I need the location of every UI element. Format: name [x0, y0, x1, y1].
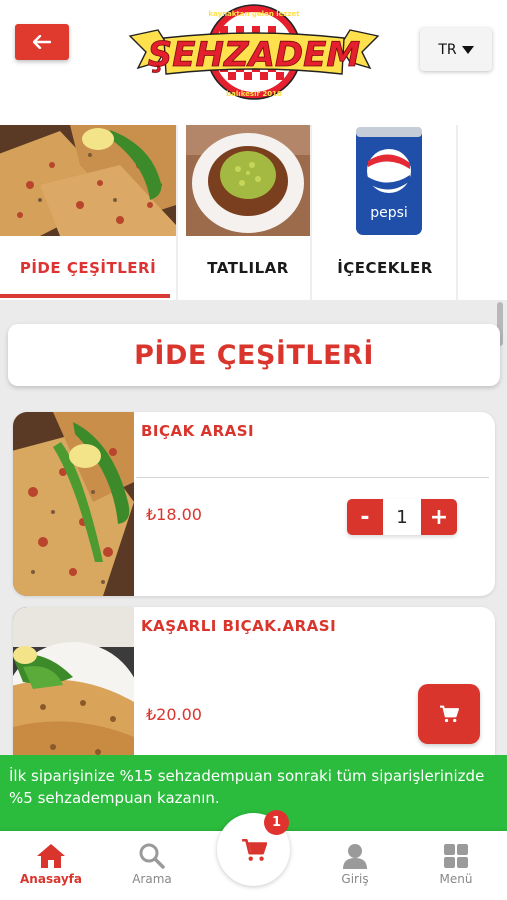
tab-divider: [176, 125, 178, 300]
home-icon: [37, 844, 65, 868]
tab-label: TATLILAR: [207, 259, 289, 277]
sehzadem-logo: kaynaktan gelen lezzet ŞEHZADEM balıkesi…: [128, 4, 380, 100]
product-name: KAŞARLI BIÇAK.ARASI: [141, 617, 337, 635]
app-header: kaynaktan gelen lezzet ŞEHZADEM balıkesi…: [0, 0, 507, 104]
product-price: ₺20.00: [146, 705, 202, 724]
decrease-button[interactable]: -: [347, 499, 383, 535]
app-screen: kaynaktan gelen lezzet ŞEHZADEM balıkesi…: [0, 0, 507, 900]
caret-down-icon: [461, 45, 474, 54]
arrow-left-icon: [33, 35, 51, 49]
language-value: TR: [438, 41, 457, 58]
grid-icon: [444, 844, 468, 868]
svg-text:pepsi: pepsi: [370, 205, 408, 221]
logo-since: balıkesir 2010: [226, 90, 282, 98]
cart-icon: [440, 705, 459, 723]
product-image: [13, 607, 134, 755]
pide-image: [0, 125, 176, 236]
nav-label: Anasayfa: [20, 872, 82, 886]
product-card-bicak-arasi[interactable]: BIÇAK ARASI ₺18.00 - 1 +: [13, 412, 495, 596]
search-icon: [139, 843, 165, 869]
tab-label: İÇECEKLER: [337, 259, 433, 277]
tab-tatlilar[interactable]: TATLILAR: [186, 125, 310, 300]
cart-count-badge: 1: [264, 810, 289, 835]
product-name: BIÇAK ARASI: [141, 422, 255, 440]
cart-icon: [241, 838, 267, 861]
tab-divider: [456, 125, 458, 300]
increase-button[interactable]: +: [421, 499, 457, 535]
active-tab-indicator: [0, 294, 170, 298]
drink-image: pepsi: [312, 125, 458, 236]
tab-pide-cesitleri[interactable]: PİDE ÇEŞİTLERİ: [0, 125, 176, 300]
nav-home[interactable]: Anasayfa: [11, 843, 91, 893]
product-price: ₺18.00: [146, 505, 202, 524]
tab-icecekler[interactable]: pepsi İÇECEKLER: [312, 125, 458, 300]
section-title: PİDE ÇEŞİTLERİ: [8, 324, 500, 386]
product-image: [13, 412, 134, 596]
logo-name: ŞEHZADEM: [148, 35, 361, 75]
nav-menu[interactable]: Menü: [416, 843, 496, 893]
category-tabs: PİDE ÇEŞİTLERİ TATLILAR pepsi İÇECEKLER: [0, 125, 507, 300]
nav-label: Menü: [439, 872, 473, 886]
add-to-cart-button[interactable]: [418, 684, 480, 744]
product-list[interactable]: PİDE ÇEŞİTLERİ BIÇAK ARASI ₺18.00 - 1 + …: [0, 300, 507, 755]
tab-label: PİDE ÇEŞİTLERİ: [19, 259, 157, 277]
divider: [136, 477, 489, 478]
back-button[interactable]: [15, 24, 69, 60]
nav-login[interactable]: Giriş: [315, 843, 395, 893]
dessert-image: [186, 125, 310, 236]
quantity-stepper[interactable]: - 1 +: [347, 499, 457, 535]
nav-label: Giriş: [341, 872, 369, 886]
user-icon: [343, 844, 367, 869]
nav-label: Arama: [132, 872, 172, 886]
logo-tagline: kaynaktan gelen lezzet: [208, 10, 300, 18]
product-card-kasarli-bicak-arasi[interactable]: KAŞARLI BIÇAK.ARASI ₺20.00: [13, 607, 495, 755]
language-selector[interactable]: TR: [420, 28, 492, 71]
nav-search[interactable]: Arama: [112, 843, 192, 893]
quantity-value: 1: [383, 499, 421, 535]
